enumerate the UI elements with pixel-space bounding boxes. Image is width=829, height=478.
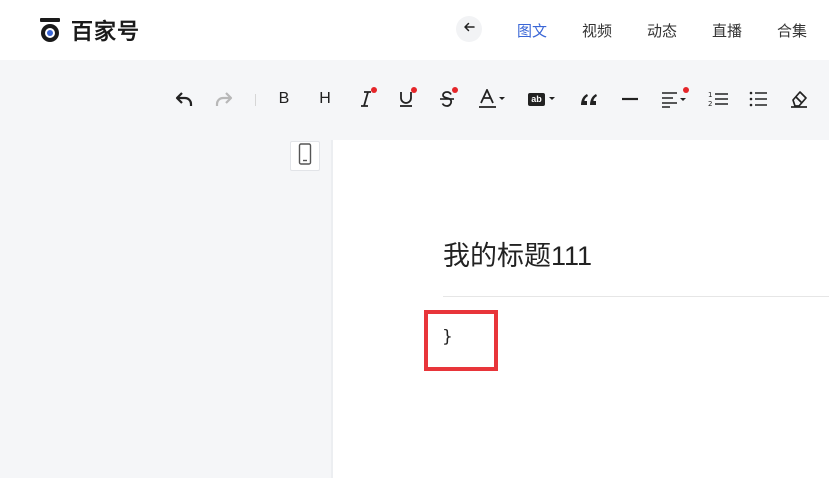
italic-icon — [358, 90, 374, 108]
bullet-list-button[interactable] — [745, 86, 771, 112]
italic-button[interactable] — [353, 86, 379, 112]
left-panel — [0, 140, 332, 478]
title-divider — [443, 296, 829, 297]
quote-icon — [579, 92, 599, 106]
font-color-button[interactable] — [477, 86, 507, 112]
baijiahao-logo[interactable]: 百家号 — [38, 15, 140, 45]
arrow-left-icon — [463, 20, 475, 38]
tab-moments[interactable]: 动态 — [647, 20, 677, 41]
tab-live[interactable]: 直播 — [712, 20, 742, 41]
logo-icon — [38, 17, 62, 43]
new-badge-dot — [411, 87, 417, 93]
mobile-preview-button[interactable] — [290, 141, 320, 171]
highlight-button[interactable]: ab — [527, 86, 557, 112]
align-button[interactable] — [659, 86, 691, 112]
top-header: 百家号 图文 视频 动态 直播 合集 — [0, 0, 829, 60]
bullet-list-icon — [748, 90, 768, 108]
redo-icon — [214, 90, 234, 108]
new-badge-dot — [371, 87, 377, 93]
strikethrough-button[interactable] — [434, 86, 460, 112]
back-button[interactable] — [456, 16, 482, 42]
clear-format-button[interactable] — [786, 86, 812, 112]
new-badge-dot — [683, 87, 689, 93]
format-toolbar: B H ab 1 2 — [0, 60, 829, 140]
new-badge-dot — [452, 87, 458, 93]
clear-format-icon — [789, 90, 809, 108]
redo-button[interactable] — [211, 86, 237, 112]
font-color-icon — [478, 89, 506, 109]
ordered-list-icon: 1 2 — [707, 90, 729, 108]
highlight-icon: ab — [528, 92, 556, 106]
undo-button[interactable] — [171, 86, 197, 112]
svg-text:1: 1 — [708, 91, 712, 99]
editor-canvas[interactable] — [333, 140, 829, 478]
bold-button[interactable]: B — [271, 86, 297, 112]
divider-icon — [621, 97, 639, 101]
underline-icon — [398, 90, 414, 108]
tab-video[interactable]: 视频 — [582, 20, 612, 41]
toolbar-divider — [255, 94, 256, 106]
heading-button[interactable]: H — [312, 86, 338, 112]
svg-text:2: 2 — [708, 100, 712, 108]
ordered-list-button[interactable]: 1 2 — [705, 86, 731, 112]
divider-button[interactable] — [617, 86, 643, 112]
quote-button[interactable] — [576, 86, 602, 112]
tab-article[interactable]: 图文 — [517, 20, 547, 41]
underline-button[interactable] — [393, 86, 419, 112]
mobile-preview-icon — [298, 142, 312, 170]
undo-icon — [174, 90, 194, 108]
logo-text: 百家号 — [71, 19, 141, 44]
tab-collection[interactable]: 合集 — [777, 20, 807, 41]
highlight-label: ab — [528, 92, 545, 106]
article-title-input[interactable]: 我的标题111 — [443, 236, 829, 276]
heading-label: H — [319, 90, 331, 107]
annotation-highlight-box — [424, 310, 498, 371]
bold-label: B — [278, 90, 290, 107]
strikethrough-icon — [439, 90, 455, 108]
